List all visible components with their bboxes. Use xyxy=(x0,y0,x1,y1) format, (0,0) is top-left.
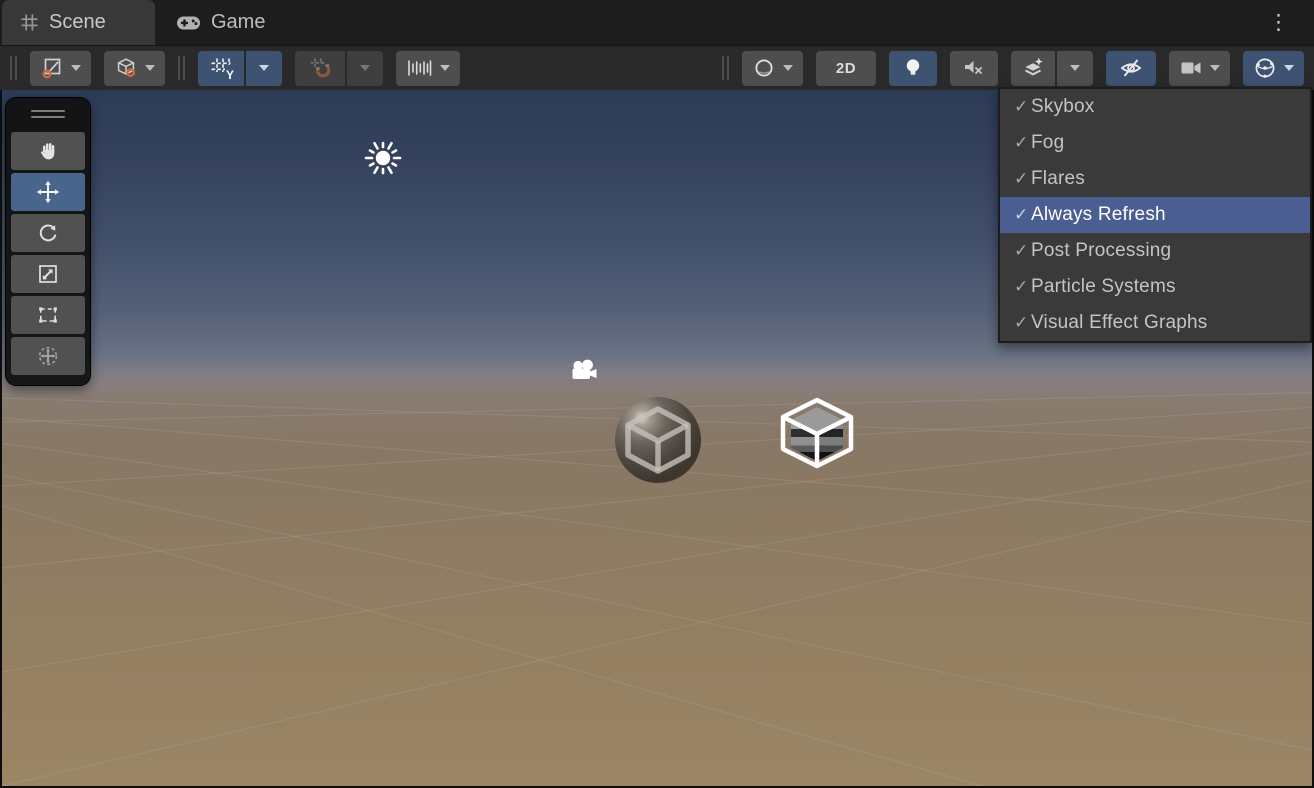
audio-mute-button[interactable] xyxy=(950,51,998,86)
chevron-down-icon xyxy=(783,65,793,71)
tab-scene-label: Scene xyxy=(49,11,106,34)
tab-game[interactable]: Game xyxy=(158,0,283,45)
menu-item-skybox[interactable]: ✓ Skybox xyxy=(1000,89,1310,125)
menu-item-visual-effect-graphs[interactable]: ✓ Visual Effect Graphs xyxy=(1000,305,1310,341)
tab-game-label: Game xyxy=(211,11,265,34)
gizmos-button[interactable] xyxy=(1243,51,1304,86)
rotate-icon xyxy=(36,221,60,245)
snap-split xyxy=(295,51,383,86)
speaker-muted-icon xyxy=(962,56,986,80)
shading-mode-button[interactable] xyxy=(742,51,803,86)
transform-tool-button[interactable] xyxy=(11,337,85,375)
chevron-down-icon xyxy=(1070,65,1080,71)
bulb-icon xyxy=(901,56,925,80)
check-icon: ✓ xyxy=(1000,241,1031,261)
rect-icon xyxy=(36,303,60,327)
grid-axis-label: Y xyxy=(226,68,234,82)
gamepad-icon xyxy=(176,15,201,31)
2d-label: 2D xyxy=(836,60,856,77)
gizmo-sphere-icon xyxy=(1253,56,1277,80)
2d-toggle-button[interactable]: 2D xyxy=(816,51,876,86)
chevron-down-icon xyxy=(71,65,81,71)
tools-overlay xyxy=(6,98,90,385)
rect-tool-button[interactable] xyxy=(11,296,85,334)
chevron-down-icon xyxy=(259,65,269,71)
toolbar-separator xyxy=(178,55,185,81)
cube-orientation-icon xyxy=(114,56,138,80)
toolbar-separator xyxy=(722,55,729,81)
tool-handle-rotation-button[interactable] xyxy=(104,51,165,86)
toolbar-separator xyxy=(10,55,17,81)
effects-dropdown[interactable] xyxy=(1057,51,1093,86)
ruler-icon xyxy=(406,57,433,79)
eye-slash-icon xyxy=(1118,56,1144,80)
tab-scene[interactable]: Scene xyxy=(2,0,155,45)
reflection-probe-gizmo[interactable] xyxy=(615,397,701,483)
move-tool-button[interactable] xyxy=(11,173,85,211)
grid-icon xyxy=(20,13,39,32)
menu-item-flares[interactable]: ✓ Flares xyxy=(1000,161,1310,197)
rotate-tool-button[interactable] xyxy=(11,214,85,252)
probe-cube-wireframe-icon xyxy=(622,405,694,475)
effects-icon xyxy=(1021,56,1045,80)
chevron-down-icon xyxy=(360,65,370,71)
directional-light-gizmo[interactable] xyxy=(358,133,408,183)
effects-button[interactable] xyxy=(1011,51,1055,86)
tab-bar: Scene Game ⋮ xyxy=(0,0,1314,45)
snap-increment-button[interactable] xyxy=(396,51,460,86)
check-icon: ✓ xyxy=(1000,277,1031,297)
check-icon: ✓ xyxy=(1000,205,1031,225)
scale-tool-button[interactable] xyxy=(11,255,85,293)
sphere-icon xyxy=(752,56,776,80)
transform-icon xyxy=(36,344,60,368)
check-icon: ✓ xyxy=(1000,97,1031,117)
menu-item-post-processing[interactable]: ✓ Post Processing xyxy=(1000,233,1310,269)
tab-options-kebab-icon[interactable]: ⋮ xyxy=(1260,0,1298,45)
snap-dropdown[interactable] xyxy=(347,51,383,86)
camera-icon xyxy=(1179,56,1203,80)
scene-toolbar: Y xyxy=(0,45,1314,90)
move-icon xyxy=(36,180,60,204)
camera-gizmo[interactable] xyxy=(569,359,601,383)
hand-icon xyxy=(36,139,60,163)
magnet-icon xyxy=(308,56,332,80)
tool-handle-position-button[interactable] xyxy=(30,51,91,86)
menu-item-always-refresh[interactable]: ✓ Always Refresh xyxy=(1000,197,1310,233)
menu-item-particle-systems[interactable]: ✓ Particle Systems xyxy=(1000,269,1310,305)
scale-icon xyxy=(36,262,60,286)
grid-visibility-dropdown[interactable] xyxy=(246,51,282,86)
check-icon: ✓ xyxy=(1000,313,1031,333)
effects-dropdown-menu: ✓ Skybox ✓ Fog ✓ Flares ✓ Always Refresh… xyxy=(998,87,1312,343)
effects-split xyxy=(1011,51,1093,86)
chevron-down-icon xyxy=(440,65,450,71)
menu-item-fog[interactable]: ✓ Fog xyxy=(1000,125,1310,161)
snap-toggle-button[interactable] xyxy=(295,51,345,86)
chevron-down-icon xyxy=(145,65,155,71)
grid-visibility-split: Y xyxy=(198,51,282,86)
grid-visibility-button[interactable]: Y xyxy=(198,51,244,86)
chevron-down-icon xyxy=(1284,65,1294,71)
check-icon: ✓ xyxy=(1000,133,1031,153)
chevron-down-icon xyxy=(1210,65,1220,71)
scene-lighting-button[interactable] xyxy=(889,51,937,86)
scene-visibility-button[interactable] xyxy=(1106,51,1156,86)
cube-gizmo[interactable] xyxy=(779,397,855,469)
pivot-icon xyxy=(40,56,64,80)
view-tool-button[interactable] xyxy=(11,132,85,170)
camera-settings-button[interactable] xyxy=(1169,51,1230,86)
overlay-drag-handle[interactable] xyxy=(31,110,65,112)
check-icon: ✓ xyxy=(1000,169,1031,189)
